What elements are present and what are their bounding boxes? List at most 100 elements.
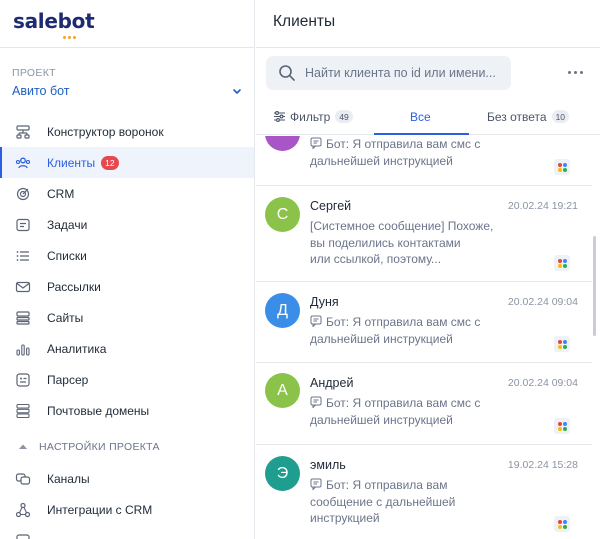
tab-all[interactable]: Все [410, 98, 431, 135]
sidebar-item-clients[interactable]: Клиенты 12 [0, 147, 254, 178]
channels-icon [14, 470, 32, 488]
chat-preview: [Системное сообщение] Похоже, вы поделил… [310, 219, 494, 266]
tab-unanswered[interactable]: Без ответа 10 [487, 98, 570, 135]
client-tabs: Фильтр 49 Все Без ответа 10 [256, 98, 600, 135]
chat-preview: Бот: Я отправила вам сообщение с дальней… [310, 478, 456, 525]
search-input[interactable] [305, 66, 495, 80]
client-search[interactable] [266, 56, 511, 90]
clients-count-badge: 12 [101, 155, 119, 170]
chat-preview: Бот: Я отправила вам смс с дальнейшей ин… [310, 396, 481, 427]
sidebar-divider [0, 47, 254, 48]
clients-icon [14, 154, 32, 172]
sidebar-item-label: Каналы [47, 471, 90, 486]
channel-source-icon [554, 255, 570, 271]
sidebar-menu: Конструктор воронок Клиенты 12 CRM Задач… [0, 116, 254, 539]
project-settings-section[interactable]: НАСТРОЙКИ ПРОЕКТА [0, 430, 254, 463]
project-label: ПРОЕКТ [12, 67, 56, 79]
chat-preview: Бот: Я отправила вам смс с дальнейшей ин… [310, 315, 481, 346]
chat-time: 20.02.24 19:21 [507, 200, 578, 212]
search-icon [279, 65, 295, 81]
sidebar-item-channels[interactable]: Каналы [0, 463, 254, 494]
chat-item[interactable]: Д Дуня 20.02.24 09:04 Бот: Я отправила в… [256, 282, 592, 363]
channel-source-icon [554, 159, 570, 175]
sidebar-item-label: Списки [47, 248, 87, 263]
logo-dots [63, 36, 76, 39]
integrations-icon [14, 501, 32, 519]
sidebar-item-mailings[interactable]: Рассылки [0, 271, 254, 302]
filter-count-badge: 49 [335, 110, 353, 123]
channel-source-icon [554, 516, 570, 532]
sidebar-item-crm[interactable]: CRM [0, 178, 254, 209]
project-name: Авито бот [12, 84, 70, 98]
sidebar-item-label: Рассылки [47, 279, 101, 294]
chevron-down-icon [233, 89, 241, 94]
chat-time: 19.02.24 15:28 [507, 459, 578, 471]
active-tab-indicator [374, 133, 469, 135]
parser-icon [14, 371, 32, 389]
chat-item[interactable]: Бот: Я отправила вам смс с дальнейшей ин… [256, 136, 592, 186]
analytics-icon [14, 340, 32, 358]
chat-list-scrollbar[interactable] [593, 236, 596, 336]
chat-preview: Бот: Я отправила вам смс с дальнейшей ин… [310, 137, 481, 168]
chat-name: Сергей [310, 199, 352, 213]
chat-list[interactable]: Бот: Я отправила вам смс с дальнейшей ин… [256, 136, 592, 539]
mail-icon [14, 278, 32, 296]
chat-time: 20.02.24 09:04 [507, 377, 578, 389]
tab-filter[interactable]: Фильтр 49 [273, 98, 353, 135]
sidebar-item-label: Аналитика [47, 341, 107, 356]
avatar [265, 136, 300, 151]
avatar: Д [265, 293, 300, 328]
clients-panel: Клиенты Фильтр 49 Все Без ответа 10 Бот:… [256, 0, 600, 539]
tab-label: Фильтр [290, 109, 331, 124]
filter-sliders-icon [274, 111, 285, 122]
sites-icon [14, 309, 32, 327]
sidebar-item-crm-integrations[interactable]: Интеграции с CRM [0, 494, 254, 525]
avatar: А [265, 373, 300, 408]
sidebar: salebot ПРОЕКТ Авито бот Конструктор вор… [0, 0, 255, 539]
sidebar-item-mail-domains[interactable]: Почтовые домены [0, 395, 254, 426]
settings-item-icon [14, 532, 32, 539]
bot-message-icon [310, 396, 322, 408]
funnel-builder-icon [14, 123, 32, 141]
channel-source-icon [554, 336, 570, 352]
crm-icon [14, 185, 32, 203]
chat-name: эмиль [310, 458, 346, 472]
chat-name: Дуня [310, 295, 339, 309]
sidebar-item-label: Сайты [47, 310, 84, 325]
tab-label: Все [410, 109, 431, 124]
tab-label: Без ответа [487, 109, 547, 124]
sidebar-item-sites[interactable]: Сайты [0, 302, 254, 333]
logo-text: salebot [13, 9, 95, 33]
more-options-icon[interactable] [565, 64, 585, 80]
sidebar-item-label: Интеграции с CRM [47, 502, 153, 517]
avatar: С [265, 197, 300, 232]
sidebar-item-tasks[interactable]: Задачи [0, 209, 254, 240]
bot-message-icon [310, 137, 322, 149]
chat-time: 20.02.24 09:04 [507, 296, 578, 308]
tasks-icon [14, 216, 32, 234]
channel-source-icon [554, 418, 570, 434]
bot-message-icon [310, 478, 322, 490]
sidebar-item-funnel-builder[interactable]: Конструктор воронок [0, 116, 254, 147]
mail-domains-icon [14, 402, 32, 420]
sidebar-item-label: Клиенты [47, 155, 96, 170]
chat-name: Андрей [310, 376, 354, 390]
chat-item[interactable]: А Андрей 20.02.24 09:04 Бот: Я отправила… [256, 363, 592, 445]
chat-item[interactable]: С Сергей 20.02.24 19:21 [Системное сообщ… [256, 186, 592, 282]
bot-message-icon [310, 315, 322, 327]
sidebar-item-cutoff[interactable] [0, 525, 254, 539]
sidebar-item-label: Задачи [47, 217, 88, 232]
sidebar-item-parser[interactable]: Парсер [0, 364, 254, 395]
chat-item[interactable]: Э эмиль 19.02.24 15:28 Бот: Я отправила … [256, 445, 592, 539]
sidebar-item-lists[interactable]: Списки [0, 240, 254, 271]
lists-icon [14, 247, 32, 265]
project-selector[interactable]: Авито бот [12, 82, 242, 100]
salebot-logo[interactable]: salebot [13, 9, 95, 39]
unanswered-count-badge: 10 [551, 110, 570, 123]
sidebar-item-label: Парсер [47, 372, 89, 387]
header-divider [256, 47, 600, 48]
avatar: Э [265, 456, 300, 491]
sidebar-item-analytics[interactable]: Аналитика [0, 333, 254, 364]
sidebar-item-label: Почтовые домены [47, 403, 150, 418]
sidebar-item-label: Конструктор воронок [47, 124, 164, 139]
